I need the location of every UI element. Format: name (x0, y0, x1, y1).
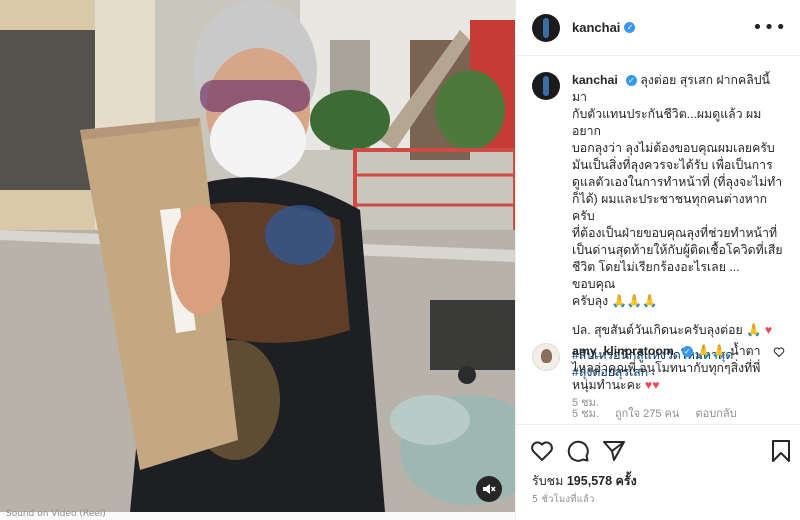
comment-likes[interactable]: ถูกใจ 275 คน (615, 406, 679, 423)
caption-postscript: ปล. สุขสันต์วันเกิดนะครับลุงต่อย 🙏 (572, 323, 762, 337)
comment-age[interactable]: 5 ชม. (572, 406, 599, 423)
avatar[interactable] (532, 343, 560, 371)
caption-line: ครับลุง 🙏🙏🙏 (572, 294, 658, 308)
post-video[interactable] (0, 0, 515, 512)
caption-postscript-line: ปล. สุขสันต์วันเกิดนะครับลุงต่อย 🙏 ♥ (572, 322, 784, 339)
views-label: รับชม (532, 474, 564, 488)
caption-line: ก็ได้) ผมและประชาชนทุกคนต่างหากครับ (572, 192, 768, 223)
caption-line: เป็นด่านสุดท้ายให้กับผู้ติดเชื้อโควิดที่… (572, 243, 783, 257)
views-number: 195,578 (566, 474, 613, 488)
post-timestamp[interactable]: 5 ชั่วโมงที่แล้ว (532, 492, 595, 507)
post-header: kanchai ✓ ••• (516, 0, 800, 56)
comment-icon[interactable] (566, 439, 590, 463)
video-frame (0, 0, 515, 512)
caption-line: ชีวิต โดยไม่เรียกร้องอะไรเลย ... ขอบคุณ (572, 260, 740, 291)
more-options-icon[interactable]: ••• (752, 17, 787, 38)
media-caption-text: Sound on Video (Reel) (6, 509, 106, 519)
comment-username[interactable]: amy_klinpratoom (572, 344, 674, 358)
bookmark-icon[interactable] (771, 439, 791, 463)
header-username[interactable]: kanchai (572, 20, 620, 35)
caption-line: บอกลุงว่า ลุงไม่ต้องขอบคุณผมเลยครับ (572, 141, 775, 155)
sound-toggle-button[interactable] (476, 476, 502, 502)
views-unit: ครั้ง (615, 474, 637, 488)
verified-badge-icon: ✓ (681, 346, 693, 357)
share-icon[interactable] (602, 439, 626, 463)
comment-text: 🙏🙏 น้ำตา (696, 344, 761, 358)
media-caption-strip: Sound on Video (Reel) (0, 509, 515, 520)
caption-username[interactable]: kanchai (572, 73, 618, 87)
comments-list[interactable]: kanchai ✓ ลุงต่อย สุรเสก ฝากคลิปนี้มา กับ… (516, 56, 800, 424)
comment-text: ไหลอ่าคุณพี่ อนุโมทนากับทุกๆสิ่งที่พี่ (572, 361, 761, 375)
caption-line: มันเป็นสิ่งที่ลุงควรจะได้รับ เพื่อเป็นกา… (572, 158, 773, 172)
heart-icon[interactable] (530, 439, 554, 463)
view-count[interactable]: รับชม 195,578 ครั้ง (532, 471, 637, 491)
heart-icon[interactable] (773, 346, 785, 358)
caption-line: กับตัวแทนประกันชีวิต...ผมดูแล้ว ผมอยาก (572, 107, 762, 138)
comment-meta: 5 ชม. ถูกใจ 275 คน ตอบกลับ (572, 406, 784, 423)
post-side-panel: kanchai ✓ ••• kanchai ✓ ลุงต่อย สุรเสก ฝา… (515, 0, 800, 520)
red-heart-emoji: ♥ (764, 323, 773, 337)
comment-body: amy_klinpratoom ✓ 🙏🙏 น้ำตา ไหลอ่าคุณพี่ อ… (572, 343, 784, 423)
avatar[interactable] (532, 13, 560, 42)
red-heart-emoji: ♥♥ (644, 378, 660, 392)
avatar[interactable] (532, 72, 560, 100)
reply-button[interactable]: ตอบกลับ (695, 406, 736, 423)
verified-badge-icon: ✓ (624, 22, 636, 33)
action-bar: รับชม 195,578 ครั้ง 5 ชั่วโมงที่แล้ว (516, 424, 800, 520)
comment-text: หนุ่มทำนะคะ (572, 378, 642, 392)
speaker-muted-icon (483, 484, 496, 494)
caption-line: ที่ต้องเป็นฝ่ายขอบคุณลุงที่ช่วยทำหน้าที่ (572, 226, 778, 240)
caption-line: ดูแลตัวเองในการทำหน้าที่ (ที่ลุงจะไม่ทำ (572, 175, 783, 189)
verified-badge-icon: ✓ (625, 75, 637, 86)
